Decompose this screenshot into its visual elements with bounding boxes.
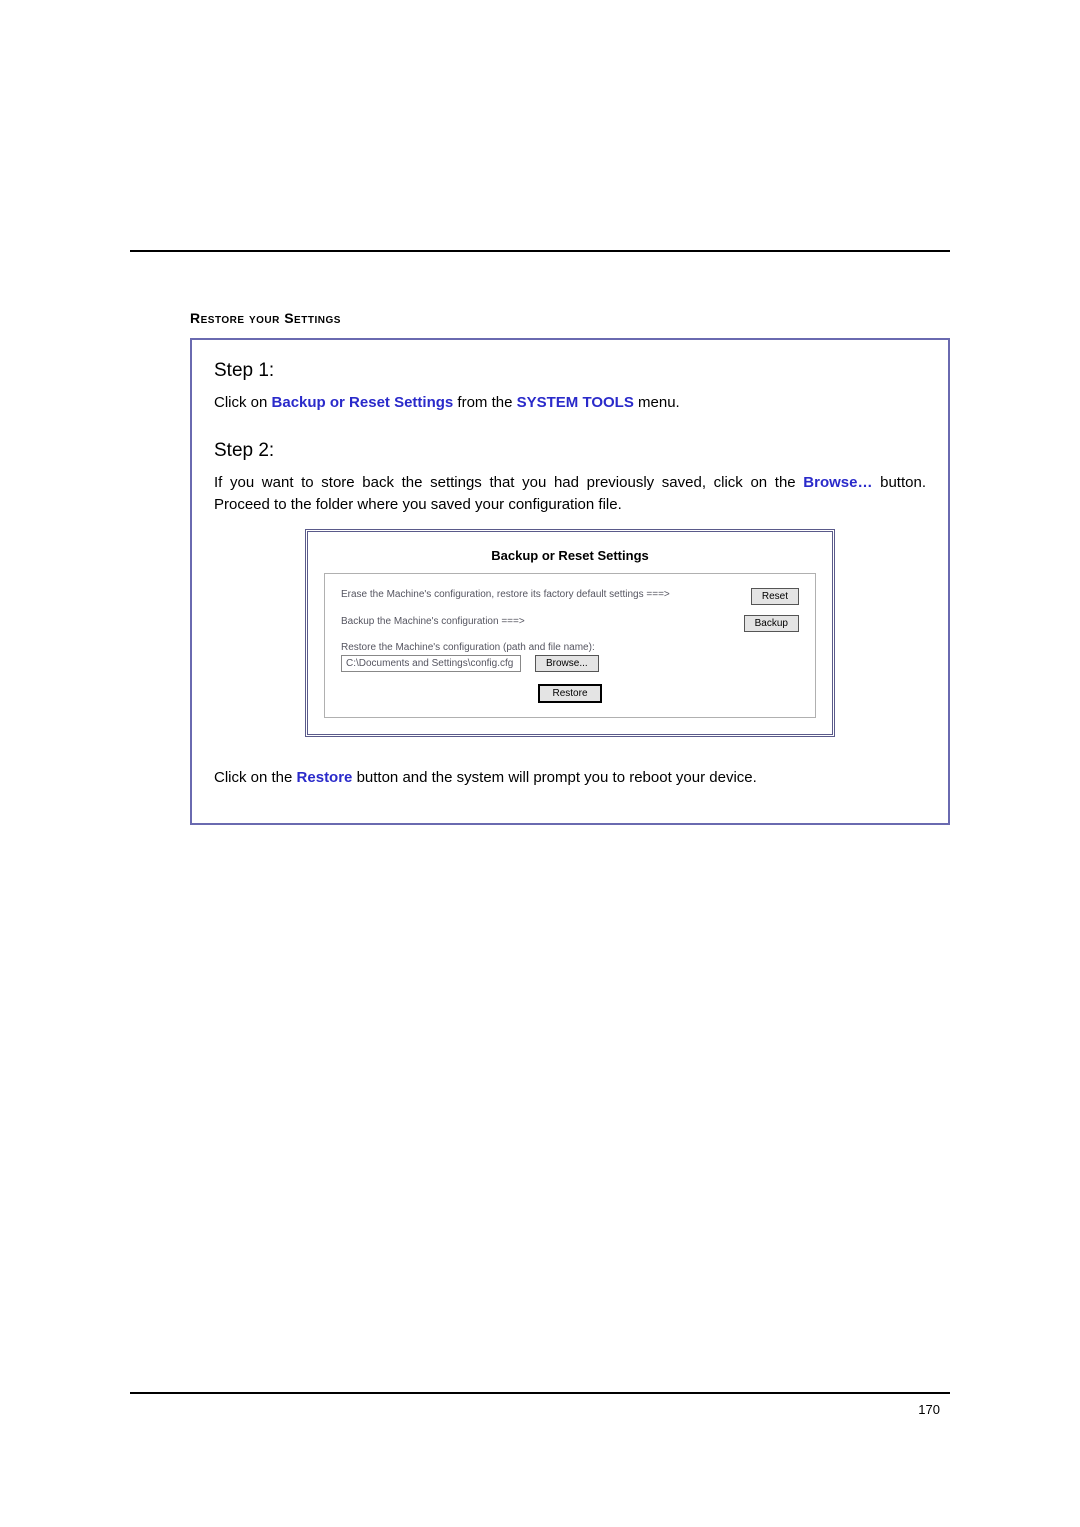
document-page: Restore your Settings Step 1: Click on B… xyxy=(0,0,1080,1527)
restore-row: Restore the Machine's configuration (pat… xyxy=(341,642,799,672)
panel-title: Backup or Reset Settings xyxy=(324,542,816,573)
text: Click on the xyxy=(214,769,297,786)
step1-body: Click on Backup or Reset Settings from t… xyxy=(214,392,926,414)
path-row: Browse... xyxy=(341,655,799,672)
text: from the xyxy=(453,394,516,411)
spacer xyxy=(214,737,926,767)
link-backup-reset: Backup or Reset Settings xyxy=(272,394,454,411)
link-restore: Restore xyxy=(297,769,353,786)
step2-heading: Step 2: xyxy=(214,440,926,462)
content-area: Restore your Settings Step 1: Click on B… xyxy=(130,310,950,825)
link-browse: Browse… xyxy=(803,474,872,491)
restore-label: Restore the Machine's configuration (pat… xyxy=(341,642,799,653)
section-title: Restore your Settings xyxy=(190,310,950,326)
text: If you want to store back the settings t… xyxy=(214,474,803,491)
reset-button[interactable]: Reset xyxy=(751,588,799,605)
restore-button[interactable]: Restore xyxy=(538,684,601,703)
footer: 170 xyxy=(130,1392,950,1417)
step1-heading: Step 1: xyxy=(214,360,926,382)
browse-button[interactable]: Browse... xyxy=(535,655,599,672)
text: menu. xyxy=(634,394,680,411)
config-path-input[interactable] xyxy=(341,655,521,672)
footer-rule xyxy=(130,1392,950,1394)
step2-body: If you want to store back the settings t… xyxy=(214,472,926,516)
restore-button-wrap: Restore xyxy=(341,684,799,703)
text: Click on xyxy=(214,394,272,411)
header-rule xyxy=(130,250,950,252)
page-number: 170 xyxy=(130,1402,950,1417)
reset-label: Erase the Machine's configuration, resto… xyxy=(341,588,751,601)
panel-body: Erase the Machine's configuration, resto… xyxy=(324,573,816,718)
text: button and the system will prompt you to… xyxy=(352,769,756,786)
backup-label: Backup the Machine's configuration ===> xyxy=(341,615,744,628)
reset-row: Erase the Machine's configuration, resto… xyxy=(341,588,799,605)
backup-row: Backup the Machine's configuration ===> … xyxy=(341,615,799,632)
menu-system-tools: SYSTEM TOOLS xyxy=(517,394,634,411)
steps-box: Step 1: Click on Backup or Reset Setting… xyxy=(190,338,950,825)
backup-button[interactable]: Backup xyxy=(744,615,799,632)
closing-paragraph: Click on the Restore button and the syst… xyxy=(214,767,926,789)
settings-panel: Backup or Reset Settings Erase the Machi… xyxy=(305,529,835,737)
